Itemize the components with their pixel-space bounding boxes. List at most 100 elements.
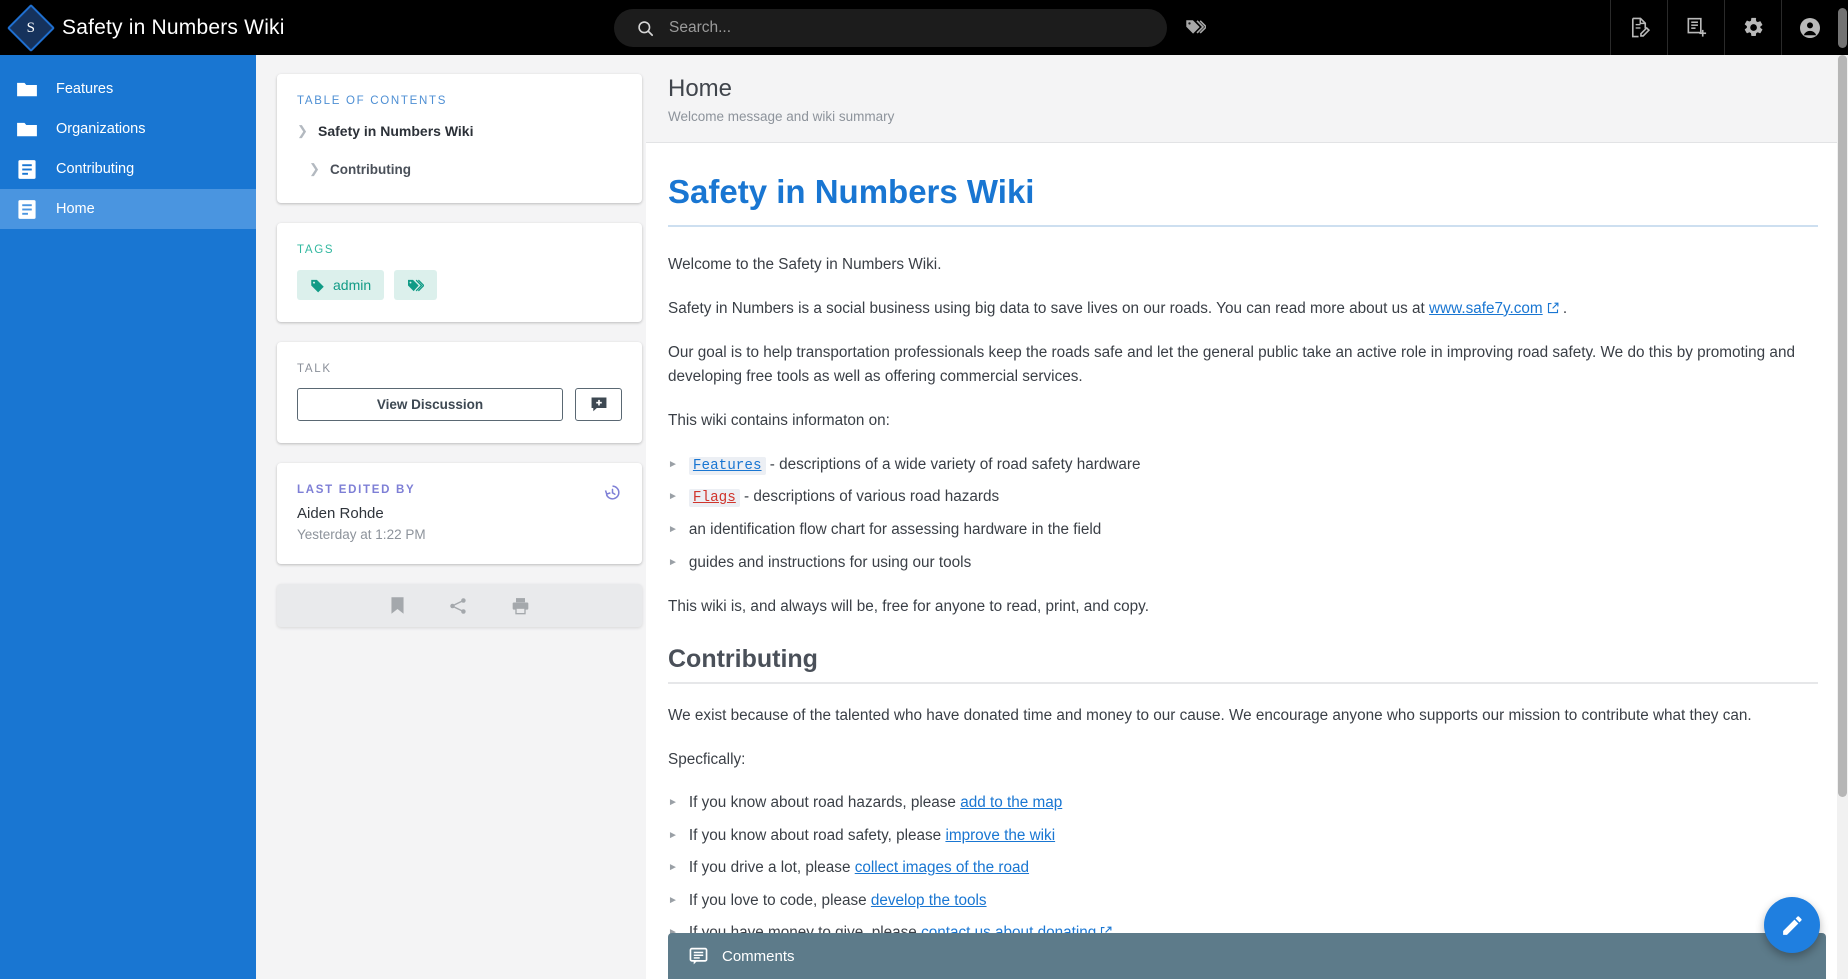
bullet-icon: ► xyxy=(668,862,678,874)
tag-chip-admin[interactable]: admin xyxy=(297,270,385,300)
sidebar-item-label: Organizations xyxy=(56,121,146,137)
article-paragraph-7: Specfically: xyxy=(668,750,746,768)
list-item: ► Features - descriptions of a wide vari… xyxy=(668,453,1818,478)
edit-page-icon[interactable] xyxy=(1610,0,1667,55)
list-item: ► If you know about road hazards, please… xyxy=(668,791,1818,815)
toc-item-label: Safety in Numbers Wiki xyxy=(318,123,474,139)
share-icon[interactable] xyxy=(448,596,468,616)
list-item-text: If you drive a lot, please xyxy=(688,859,855,877)
page-title: Home xyxy=(668,75,733,102)
list-item-text: guides and instructions for using our to… xyxy=(688,553,972,571)
tags-icon[interactable] xyxy=(1181,14,1209,42)
sidebar-item-label: Contributing xyxy=(56,161,135,177)
tags-icon xyxy=(408,279,425,291)
logo-area[interactable]: S Safety in Numbers Wiki xyxy=(0,3,285,52)
tags-card: TAGS admin xyxy=(277,223,642,322)
new-page-icon[interactable] xyxy=(1667,0,1724,55)
folder-icon xyxy=(14,76,40,102)
link-develop-the-tools[interactable]: develop the tools xyxy=(871,892,987,909)
account-circle-icon[interactable] xyxy=(1781,0,1838,55)
article-list-topics: ► Features - descriptions of a wide vari… xyxy=(668,453,1818,576)
toc-item-label: Contributing xyxy=(330,161,411,177)
article-paragraph-1: Welcome to the Safety in Numbers Wiki. xyxy=(668,256,942,273)
comment-icon xyxy=(689,947,708,964)
article-subheading-contributing: Contributing xyxy=(668,645,1818,684)
bookmark-icon[interactable] xyxy=(389,596,406,615)
toc-title: TABLE OF CONTENTS xyxy=(297,95,448,107)
tag-icon xyxy=(311,279,324,292)
list-item: ► If you love to code, please develop th… xyxy=(668,889,1818,913)
comments-section-header[interactable]: Comments xyxy=(668,933,1826,979)
folder-icon xyxy=(14,116,40,142)
bullet-icon: ► xyxy=(668,524,678,536)
sidebar-item-contributing[interactable]: Contributing xyxy=(0,149,256,189)
article-paragraph-2: Safety in Numbers is a social business u… xyxy=(668,297,1818,322)
edit-page-fab[interactable] xyxy=(1764,897,1820,953)
chevron-right-icon: ❯ xyxy=(297,123,308,138)
bullet-icon: ► xyxy=(668,556,678,568)
sidebar-item-label: Home xyxy=(56,201,95,217)
sidebar-item-organizations[interactable]: Organizations xyxy=(0,109,256,149)
comment-plus-icon xyxy=(591,397,606,412)
last-edited-card: LAST EDITED BY Aiden Rohde Yesterday at … xyxy=(277,463,642,564)
external-link-icon xyxy=(1547,298,1559,322)
scrollbar-top-cap xyxy=(1838,8,1847,48)
search-input[interactable]: Search... xyxy=(614,9,1167,47)
link-add-to-the-map[interactable]: add to the map xyxy=(960,794,1062,811)
article-paragraph-6: We exist because of the talented who hav… xyxy=(668,706,1752,724)
sidebar-item-features[interactable]: Features xyxy=(0,69,256,109)
logo-letter: S xyxy=(26,19,36,35)
page-header: Home Welcome message and wiki summary xyxy=(646,55,1848,143)
tag-chip-all-tags[interactable] xyxy=(394,270,438,300)
history-icon[interactable] xyxy=(603,483,622,507)
left-column: TABLE OF CONTENTS ❯ Safety in Numbers Wi… xyxy=(277,74,642,627)
list-item: ► If you know about road safety, please … xyxy=(668,824,1818,848)
tags-title: TAGS xyxy=(297,244,335,256)
header-actions xyxy=(1610,0,1838,55)
view-discussion-button[interactable]: View Discussion xyxy=(297,388,563,421)
link-improve-the-wiki[interactable]: improve the wiki xyxy=(945,827,1055,844)
talk-title: TALK xyxy=(297,363,332,375)
list-item: ► guides and instructions for using our … xyxy=(668,551,1818,575)
pencil-icon xyxy=(1782,915,1802,935)
article-content: Safety in Numbers Wiki Welcome to the Sa… xyxy=(646,143,1848,979)
print-icon[interactable] xyxy=(510,596,531,616)
wiki-link-features[interactable]: Features xyxy=(688,456,766,475)
scrollbar-thumb[interactable] xyxy=(1838,55,1847,797)
link-collect-images-of-the-road[interactable]: collect images of the road xyxy=(855,859,1029,876)
talk-card: TALK View Discussion xyxy=(277,342,642,443)
new-comment-button[interactable] xyxy=(575,388,622,421)
toc-item-safety-in-numbers-wiki[interactable]: ❯ Safety in Numbers Wiki xyxy=(297,123,622,139)
para2-text-before: Safety in Numbers is a social business u… xyxy=(668,299,1430,317)
list-item-text: an identification flow chart for assessi… xyxy=(688,521,1102,539)
comments-label: Comments xyxy=(722,947,795,965)
site-title: Safety in Numbers Wiki xyxy=(62,15,285,39)
sidebar: Features Organizations Contributing Home xyxy=(0,55,256,979)
list-item-text: - descriptions of various road hazards xyxy=(739,488,1000,506)
search-placeholder: Search... xyxy=(669,19,732,36)
list-item-text: - descriptions of a wide variety of road… xyxy=(765,455,1141,473)
sidebar-item-label: Features xyxy=(56,81,114,97)
list-item: ► If you drive a lot, please collect ima… xyxy=(668,856,1818,880)
talk-actions: View Discussion xyxy=(297,388,622,421)
article-paragraph-4: This wiki contains informaton on: xyxy=(668,411,890,429)
article-paragraph-5: This wiki is, and always will be, free f… xyxy=(668,598,1149,616)
gear-icon[interactable] xyxy=(1724,0,1781,55)
page-tools-bar xyxy=(277,584,642,627)
last-edited-time: Yesterday at 1:22 PM xyxy=(297,527,426,542)
page-subtitle: Welcome message and wiki summary xyxy=(668,109,895,124)
last-edited-title: LAST EDITED BY xyxy=(297,484,416,496)
page-icon xyxy=(14,156,40,182)
article-list-contributing: ► If you know about road hazards, please… xyxy=(668,791,1818,946)
wiki-link-flags[interactable]: Flags xyxy=(688,489,740,508)
bullet-icon: ► xyxy=(668,458,678,470)
tag-chip-label: admin xyxy=(333,277,372,293)
sidebar-item-home[interactable]: Home xyxy=(0,189,256,229)
article-paragraph-3: Our goal is to help transportation profe… xyxy=(668,344,1795,386)
top-header: S Safety in Numbers Wiki Search... xyxy=(0,0,1848,55)
page-icon xyxy=(14,196,40,222)
external-link-safe7y[interactable]: www.safe7y.com xyxy=(1429,300,1543,317)
page-scrollbar[interactable] xyxy=(1837,55,1848,979)
toc-item-contributing[interactable]: ❯ Contributing xyxy=(297,161,622,177)
bullet-icon: ► xyxy=(668,491,678,503)
